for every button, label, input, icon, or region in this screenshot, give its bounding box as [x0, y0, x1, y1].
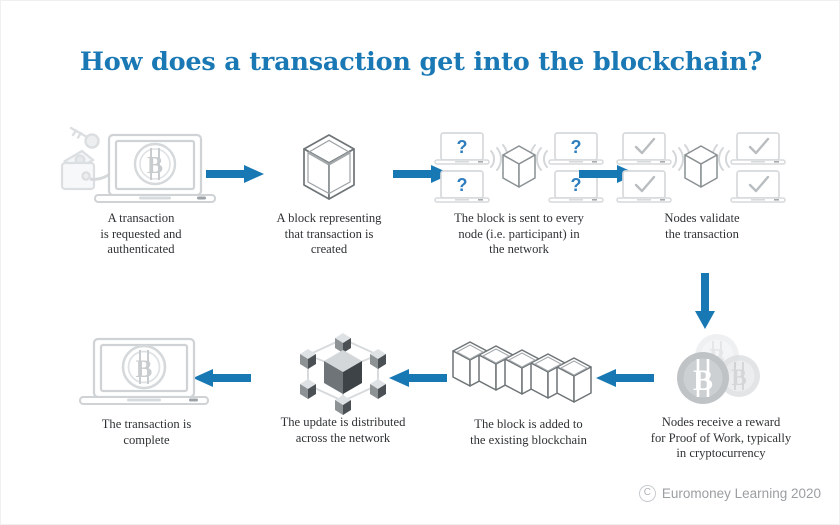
- svg-text:?: ?: [457, 175, 468, 195]
- caption-line: the existing blockchain: [470, 432, 587, 447]
- caption-line: The update is distributed: [280, 415, 406, 429]
- step-8-caption: The transaction is complete: [59, 417, 234, 448]
- step-4-nodes-validate: Nodes validate the transaction: [611, 127, 791, 242]
- svg-text:B: B: [136, 356, 153, 383]
- step-5-nodes-receive-reward: B B B: [621, 331, 821, 462]
- caption-line: authenticated: [107, 242, 175, 256]
- caption-line: The block is added to: [474, 417, 583, 431]
- infographic-canvas: How does a transaction get into the bloc…: [0, 0, 840, 525]
- caption-line: Nodes receive a reward: [661, 415, 781, 429]
- step-4-caption: Nodes validate the transaction: [613, 211, 791, 242]
- step-8-transaction-complete: B The transaction is complete: [59, 331, 234, 448]
- caption-line: Nodes validate: [664, 211, 740, 225]
- svg-text:?: ?: [457, 137, 468, 157]
- arrow-step4-to-step5: [693, 273, 717, 329]
- copyright-icon: C: [638, 485, 656, 502]
- step-5-caption: Nodes receive a reward for Proof of Work…: [621, 415, 821, 462]
- caption-line: for Proof of Work, typically: [650, 430, 792, 445]
- caption-line: in cryptocurrency: [676, 446, 766, 460]
- wireframe-cube-icon: [249, 127, 409, 207]
- svg-text:B: B: [693, 364, 713, 397]
- step-3-block-broadcast: ? ? ? ? The block is sent to every node …: [429, 127, 609, 258]
- caption-line: across the network: [295, 430, 391, 445]
- caption-line: The transaction is: [101, 417, 192, 431]
- caption-line: A block representing: [276, 211, 382, 225]
- caption-line: node (i.e. participant) in: [458, 226, 580, 241]
- caption-line: complete: [123, 432, 170, 447]
- step-6-caption: The block is added to the existing block…: [441, 417, 616, 448]
- page-title: How does a transaction get into the bloc…: [79, 47, 763, 77]
- step-6-block-added-to-chain: The block is added to the existing block…: [441, 331, 616, 448]
- laptop-bitcoin-complete-icon: B: [59, 331, 234, 409]
- caption-line: the network: [489, 242, 549, 256]
- copyright-credit: C Euromoney Learning 2020: [638, 485, 821, 502]
- network-validate-check-icon: [611, 127, 791, 207]
- credit-text: Euromoney Learning 2020: [661, 486, 821, 501]
- step-1-transaction-requested: B A transaction is requested and authent…: [51, 126, 231, 258]
- svg-text:B: B: [731, 365, 746, 390]
- caption-line: the transaction: [665, 226, 739, 241]
- step-1-caption: A transaction is requested and authentic…: [51, 211, 231, 258]
- caption-line: that transaction is: [284, 226, 374, 241]
- blockchain-row-of-blocks-icon: [441, 331, 616, 409]
- step-7-update-distributed: The update is distributed across the net…: [253, 331, 433, 446]
- step-3-caption: The block is sent to every node (i.e. pa…: [429, 211, 609, 258]
- laptop-bitcoin-key-wallet-icon: B: [51, 126, 231, 207]
- svg-text:?: ?: [571, 137, 582, 157]
- caption-line: A transaction: [107, 211, 175, 225]
- distributed-network-lattice-icon: [253, 331, 433, 415]
- step-2-block-created: A block representing that transaction is…: [249, 127, 409, 258]
- step-2-caption: A block representing that transaction is…: [249, 211, 409, 258]
- caption-line: The block is sent to every: [454, 211, 584, 225]
- step-7-caption: The update is distributed across the net…: [253, 415, 433, 446]
- caption-line: is requested and: [100, 226, 182, 241]
- svg-text:B: B: [147, 153, 163, 179]
- caption-line: created: [310, 242, 348, 256]
